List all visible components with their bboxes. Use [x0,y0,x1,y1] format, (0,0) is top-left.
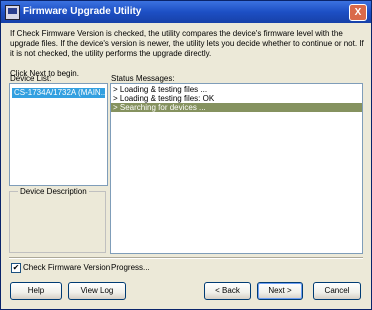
firmware-upgrade-window: Firmware Upgrade Utility X If Check Firm… [0,0,372,310]
check-firmware-checkbox[interactable]: ✔ [11,263,21,273]
status-message-selected: > Searching for devices ... [111,103,362,112]
status-messages-list[interactable]: > Loading & testing files ... > Loading … [110,83,363,254]
device-description-group: Device Description [9,187,106,253]
divider [9,257,363,259]
click-next-note: Click Next to begin. [10,69,79,78]
back-button[interactable]: < Back [204,282,251,300]
app-icon [5,5,20,20]
view-log-button[interactable]: View Log [68,282,126,300]
window-title: Firmware Upgrade Utility [23,6,142,17]
intro-description: If Check Firmware Version is checked, th… [10,29,364,58]
device-list-item[interactable]: CS-1734A/1732A (MAIN... [12,88,105,98]
next-button[interactable]: Next > [257,282,303,300]
device-description-label: Device Description [18,187,89,196]
status-message: > Loading & testing files: OK [113,94,215,103]
status-messages-label: Status Messages: [111,74,175,83]
help-button[interactable]: Help [10,282,62,300]
close-icon[interactable]: X [349,4,367,21]
check-firmware-label[interactable]: Check Firmware Version [23,263,110,272]
device-list-label: Device List: [10,74,52,83]
device-list[interactable]: CS-1734A/1732A (MAIN... [9,83,108,186]
status-message: > Loading & testing files ... [113,85,208,94]
intro-text: If Check Firmware Version is checked, th… [10,29,365,79]
title-bar[interactable]: Firmware Upgrade Utility X [1,1,371,23]
cancel-button[interactable]: Cancel [313,282,361,300]
progress-label: Progress... [111,263,150,272]
